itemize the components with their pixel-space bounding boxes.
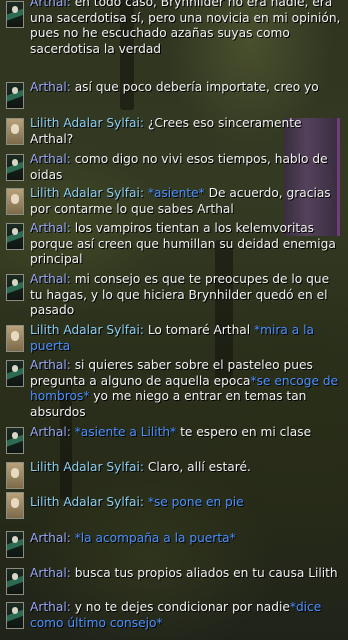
message-text: los vampiros tientan a los kelemvoritas … [30, 221, 336, 266]
emote-text: *asiente a Lilith* [74, 425, 177, 439]
arthal-portrait-icon [6, 427, 24, 454]
arthal-portrait-icon [6, 82, 24, 109]
speaker-name: Arthal: [30, 566, 71, 580]
message-text: te espero en mi clase [176, 425, 312, 439]
lilith-portrait-icon [6, 462, 24, 489]
speaker-name: Lilith Adalar Sylfai: [30, 323, 144, 337]
chat-log[interactable]: Arthal: en todo caso, Brynhilder no era … [0, 0, 348, 640]
speaker-name: Arthal: [30, 425, 71, 439]
speaker-name: Arthal: [30, 152, 71, 166]
message-text: y no te dejes condicionar por nadie [74, 600, 290, 614]
arthal-portrait-icon [6, 223, 24, 250]
message-text: mi consejo es que te preocupes de lo que… [30, 272, 330, 317]
emote-text: *se pone en pie [147, 495, 244, 509]
speaker-name: Arthal: [30, 531, 71, 545]
lilith-portrait-icon [6, 325, 24, 352]
message-text: así que poco debería importate, creo yo [74, 80, 319, 94]
speaker-name: Arthal: [30, 600, 71, 614]
message-text: como digo no vivi esos tiempos, hablo de… [30, 152, 328, 182]
message-text: Claro, allí estaré. [147, 460, 251, 474]
speaker-name: Lilith Adalar Sylfai: [30, 495, 144, 509]
arthal-portrait-icon [6, 602, 24, 629]
emote-text: *la acompaña a la puerta* [74, 531, 236, 545]
speaker-name: Lilith Adalar Sylfai: [30, 186, 144, 200]
arthal-portrait-icon [6, 531, 24, 558]
message-text: en todo caso, Brynhilder no era nadie, e… [30, 0, 341, 56]
emote-text: *asiente* [147, 186, 205, 200]
lilith-portrait-icon [6, 188, 24, 215]
arthal-portrait-icon [6, 1, 24, 28]
speaker-name: Arthal: [30, 272, 71, 286]
message-text: Lo tomaré Arthal [147, 323, 255, 337]
lilith-portrait-icon [6, 118, 24, 145]
arthal-portrait-icon [6, 568, 24, 595]
speaker-name: Lilith Adalar Sylfai: [30, 116, 144, 130]
speaker-name: Arthal: [30, 0, 71, 9]
lilith-portrait-icon [6, 492, 24, 519]
speaker-name: Arthal: [30, 221, 71, 235]
speaker-name: Arthal: [30, 80, 71, 94]
speaker-name: Arthal: [30, 358, 71, 372]
speaker-name: Lilith Adalar Sylfai: [30, 460, 144, 474]
arthal-portrait-icon [6, 360, 24, 387]
arthal-portrait-icon [6, 274, 24, 301]
arthal-portrait-icon [6, 154, 24, 181]
message-text: busca tus propios aliados en tu causa Li… [74, 566, 338, 580]
